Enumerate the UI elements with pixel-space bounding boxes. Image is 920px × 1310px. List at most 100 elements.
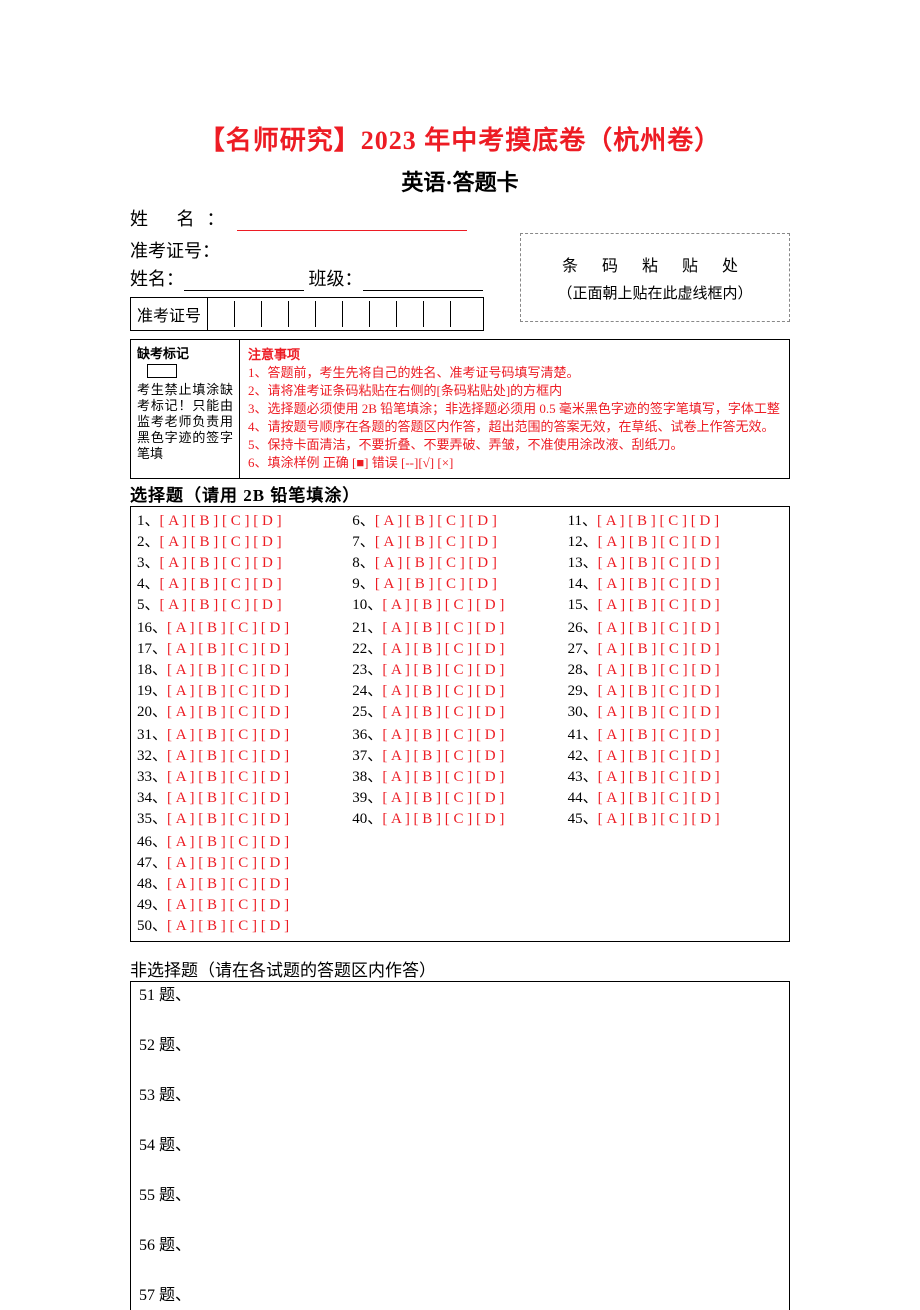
barcode-area: 条 码 粘 贴 处 （正面朝上贴在此虚线框内） xyxy=(520,233,790,322)
exam-number-cell[interactable] xyxy=(397,301,424,327)
mc-question-row[interactable]: 12、[ A ] [ B ] [ C ] [ D ] xyxy=(568,532,783,553)
mc-question-row[interactable]: 41、[ A ] [ B ] [ C ] [ D ] xyxy=(568,725,783,746)
notice-item: 4、请按题号顺序在各题的答题区内作答，超出范围的答案无效，在草纸、试卷上作答无效… xyxy=(248,418,781,436)
mc-question-row[interactable]: 50、[ A ] [ B ] [ C ] [ D ] xyxy=(137,916,352,937)
absent-header: 缺考标记 xyxy=(137,346,233,362)
nonmc-question-row[interactable]: 53 题、 xyxy=(139,1086,781,1106)
notice-item: 5、保持卡面清洁，不要折叠、不要弄破、弄皱，不准使用涂改液、刮纸刀。 xyxy=(248,436,781,454)
mc-question-row[interactable]: 42、[ A ] [ B ] [ C ] [ D ] xyxy=(568,746,783,767)
mc-question-row[interactable]: 25、[ A ] [ B ] [ C ] [ D ] xyxy=(352,702,567,723)
page-title: 【名师研究】2023 年中考摸底卷（杭州卷） xyxy=(130,120,790,157)
mc-question-row[interactable]: 30、[ A ] [ B ] [ C ] [ D ] xyxy=(568,702,783,723)
mc-question-row[interactable]: 43、[ A ] [ B ] [ C ] [ D ] xyxy=(568,767,783,788)
reg-label: 准考证号： xyxy=(130,237,500,263)
exam-number-cell[interactable] xyxy=(370,301,397,327)
mc-question-row[interactable]: 2、[ A ] [ B ] [ C ] [ D ] xyxy=(137,532,352,553)
mc-question-row[interactable]: 9、[ A ] [ B ] [ C ] [ D ] xyxy=(352,574,567,595)
mc-question-row[interactable]: 3、[ A ] [ B ] [ C ] [ D ] xyxy=(137,553,352,574)
class-underline[interactable] xyxy=(363,274,483,291)
mc-box: 1、[ A ] [ B ] [ C ] [ D ] 2、[ A ] [ B ] … xyxy=(130,506,790,942)
mc-question-row[interactable]: 33、[ A ] [ B ] [ C ] [ D ] xyxy=(137,767,352,788)
absent-checkbox-icon xyxy=(147,364,177,378)
mc-question-row[interactable]: 45、[ A ] [ B ] [ C ] [ D ] xyxy=(568,809,783,830)
class-label: 班级： xyxy=(309,269,363,289)
nonmc-question-row[interactable]: 55 题、 xyxy=(139,1186,781,1206)
mc-question-row[interactable]: 32、[ A ] [ B ] [ C ] [ D ] xyxy=(137,746,352,767)
mc-question-row[interactable]: 31、[ A ] [ B ] [ C ] [ D ] xyxy=(137,725,352,746)
top-grid: 准考证号： 姓名： 班级： 准考证号 条 码 粘 贴 处 xyxy=(130,233,790,331)
name2-underline[interactable] xyxy=(184,274,304,291)
mc-question-row[interactable]: 1、[ A ] [ B ] [ C ] [ D ] xyxy=(137,511,352,532)
answer-sheet-page: 【名师研究】2023 年中考摸底卷（杭州卷） 英语·答题卡 姓 名： 准考证号：… xyxy=(0,0,920,1310)
mc-question-row[interactable]: 22、[ A ] [ B ] [ C ] [ D ] xyxy=(352,639,567,660)
mc-question-row[interactable]: 7、[ A ] [ B ] [ C ] [ D ] xyxy=(352,532,567,553)
absent-body: 考生禁止填涂缺考标记！只能由监考老师负责用黑色字迹的签字笔填 xyxy=(137,382,233,462)
exam-number-cell[interactable] xyxy=(424,301,451,327)
exam-number-label: 准考证号 xyxy=(131,298,208,330)
mc-question-row[interactable]: 47、[ A ] [ B ] [ C ] [ D ] xyxy=(137,853,352,874)
exam-number-cell[interactable] xyxy=(208,301,235,327)
mc-header: 选择题（请用 2B 铅笔填涂） xyxy=(130,481,790,506)
notice-row: 缺考标记 考生禁止填涂缺考标记！只能由监考老师负责用黑色字迹的签字笔填 注意事项… xyxy=(130,339,790,479)
notice-item: 3、选择题必须使用 2B 铅笔填涂；非选择题必须用 0.5 毫米黑色字迹的签字笔… xyxy=(248,400,781,418)
exam-number-cell[interactable] xyxy=(235,301,262,327)
mc-question-row[interactable]: 17、[ A ] [ B ] [ C ] [ D ] xyxy=(137,639,352,660)
exam-number-cell[interactable] xyxy=(343,301,370,327)
nonmc-question-row[interactable]: 52 题、 xyxy=(139,1036,781,1056)
mc-question-row[interactable]: 39、[ A ] [ B ] [ C ] [ D ] xyxy=(352,788,567,809)
notice-item: 1、答题前，考生先将自己的姓名、准考证号码填写清楚。 xyxy=(248,364,781,382)
mc-question-row[interactable]: 23、[ A ] [ B ] [ C ] [ D ] xyxy=(352,660,567,681)
mc-question-row[interactable]: 26、[ A ] [ B ] [ C ] [ D ] xyxy=(568,618,783,639)
mc-question-row[interactable]: 19、[ A ] [ B ] [ C ] [ D ] xyxy=(137,681,352,702)
mc-question-row[interactable]: 8、[ A ] [ B ] [ C ] [ D ] xyxy=(352,553,567,574)
nonmc-question-row[interactable]: 57 题、 xyxy=(139,1286,781,1306)
mc-question-row[interactable]: 5、[ A ] [ B ] [ C ] [ D ] xyxy=(137,595,352,616)
mc-question-row[interactable]: 35、[ A ] [ B ] [ C ] [ D ] xyxy=(137,809,352,830)
absent-box: 缺考标记 考生禁止填涂缺考标记！只能由监考老师负责用黑色字迹的签字笔填 xyxy=(131,340,240,478)
nonmc-question-row[interactable]: 56 题、 xyxy=(139,1236,781,1256)
mc-question-row[interactable]: 16、[ A ] [ B ] [ C ] [ D ] xyxy=(137,618,352,639)
mc-question-row[interactable]: 13、[ A ] [ B ] [ C ] [ D ] xyxy=(568,553,783,574)
nonmc-header: 非选择题（请在各试题的答题区内作答） xyxy=(130,956,790,981)
notice-item: 2、请将准考证条码粘贴在右侧的[条码粘贴处]的方框内 xyxy=(248,382,781,400)
mc-question-row[interactable]: 29、[ A ] [ B ] [ C ] [ D ] xyxy=(568,681,783,702)
nonmc-question-row[interactable]: 51 题、 xyxy=(139,986,781,1006)
notice-box: 注意事项 1、答题前，考生先将自己的姓名、准考证号码填写清楚。 2、请将准考证条… xyxy=(240,340,789,478)
nonmc-question-row[interactable]: 54 题、 xyxy=(139,1136,781,1156)
mc-question-row[interactable]: 46、[ A ] [ B ] [ C ] [ D ] xyxy=(137,832,352,853)
name-underline[interactable] xyxy=(237,212,467,231)
name-label: 姓 名： xyxy=(130,209,237,229)
mc-question-row[interactable]: 27、[ A ] [ B ] [ C ] [ D ] xyxy=(568,639,783,660)
mc-question-row[interactable]: 34、[ A ] [ B ] [ C ] [ D ] xyxy=(137,788,352,809)
exam-number-cell[interactable] xyxy=(262,301,289,327)
page-subtitle: 英语·答题卡 xyxy=(130,165,790,197)
exam-number-cell[interactable] xyxy=(316,301,343,327)
mc-question-row[interactable]: 11、[ A ] [ B ] [ C ] [ D ] xyxy=(568,511,783,532)
mc-question-row[interactable]: 10、[ A ] [ B ] [ C ] [ D ] xyxy=(352,595,567,616)
mc-question-row[interactable]: 49、[ A ] [ B ] [ C ] [ D ] xyxy=(137,895,352,916)
mc-question-row[interactable]: 44、[ A ] [ B ] [ C ] [ D ] xyxy=(568,788,783,809)
mc-question-row[interactable]: 20、[ A ] [ B ] [ C ] [ D ] xyxy=(137,702,352,723)
barcode-title: 条 码 粘 贴 处 xyxy=(531,252,779,276)
name2-label: 姓名： xyxy=(130,269,184,289)
mc-question-row[interactable]: 28、[ A ] [ B ] [ C ] [ D ] xyxy=(568,660,783,681)
notice-item: 6、填涂样例 正确 [■] 错误 [--][√] [×] xyxy=(248,454,781,472)
exam-number-cell[interactable] xyxy=(451,301,477,327)
mc-question-row[interactable]: 48、[ A ] [ B ] [ C ] [ D ] xyxy=(137,874,352,895)
mc-question-row[interactable]: 18、[ A ] [ B ] [ C ] [ D ] xyxy=(137,660,352,681)
mc-question-row[interactable]: 40、[ A ] [ B ] [ C ] [ D ] xyxy=(352,809,567,830)
exam-number-cell[interactable] xyxy=(289,301,316,327)
mc-question-row[interactable]: 14、[ A ] [ B ] [ C ] [ D ] xyxy=(568,574,783,595)
mc-question-row[interactable]: 38、[ A ] [ B ] [ C ] [ D ] xyxy=(352,767,567,788)
mc-question-row[interactable]: 15、[ A ] [ B ] [ C ] [ D ] xyxy=(568,595,783,616)
mc-question-row[interactable]: 37、[ A ] [ B ] [ C ] [ D ] xyxy=(352,746,567,767)
mc-question-row[interactable]: 6、[ A ] [ B ] [ C ] [ D ] xyxy=(352,511,567,532)
name-row: 姓 名： xyxy=(130,205,790,231)
nonmc-box: 51 题、 52 题、 53 题、 54 题、 55 题、 56 题、 57 题、 xyxy=(130,981,790,1310)
name-class-row: 姓名： 班级： xyxy=(130,265,500,291)
mc-question-row[interactable]: 4、[ A ] [ B ] [ C ] [ D ] xyxy=(137,574,352,595)
mc-question-row[interactable]: 21、[ A ] [ B ] [ C ] [ D ] xyxy=(352,618,567,639)
mc-question-row[interactable]: 24、[ A ] [ B ] [ C ] [ D ] xyxy=(352,681,567,702)
mc-question-row[interactable]: 36、[ A ] [ B ] [ C ] [ D ] xyxy=(352,725,567,746)
exam-number-boxes: 准考证号 xyxy=(130,297,484,331)
